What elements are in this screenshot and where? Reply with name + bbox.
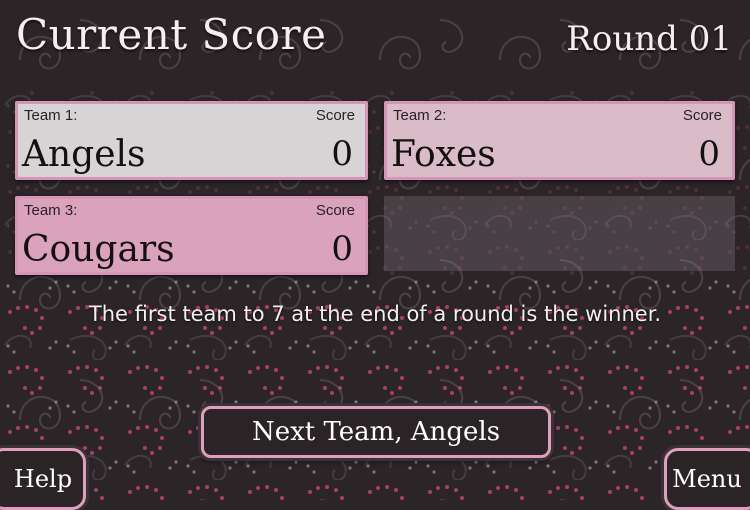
score-label: Score (315, 107, 355, 124)
help-button[interactable]: Help (0, 448, 86, 510)
menu-button[interactable]: Menu (664, 448, 750, 510)
team-card-1: Team 1: Score Angels 0 (15, 101, 368, 180)
team-name: Foxes (391, 134, 496, 175)
next-team-button[interactable]: Next Team, Angels (201, 406, 551, 458)
team-card-3: Team 3: Score Cougars 0 (15, 196, 368, 275)
team-score: 0 (698, 134, 720, 174)
score-label: Score (682, 107, 722, 124)
score-label: Score (315, 202, 355, 219)
team-score: 0 (331, 134, 353, 174)
rule-text: The first team to 7 at the end of a roun… (88, 302, 662, 326)
team-score: 0 (331, 229, 353, 269)
round-indicator: Round 01 (566, 19, 732, 59)
team-number-label: Team 2: (393, 107, 447, 124)
team-name: Cougars (22, 229, 175, 270)
team-card-2: Team 2: Score Foxes 0 (384, 101, 735, 180)
team-number-label: Team 3: (24, 202, 78, 219)
page-title: Current Score (16, 10, 327, 59)
team-number-label: Team 1: (24, 107, 78, 124)
empty-team-slot (384, 196, 735, 271)
team-name: Angels (22, 134, 146, 175)
